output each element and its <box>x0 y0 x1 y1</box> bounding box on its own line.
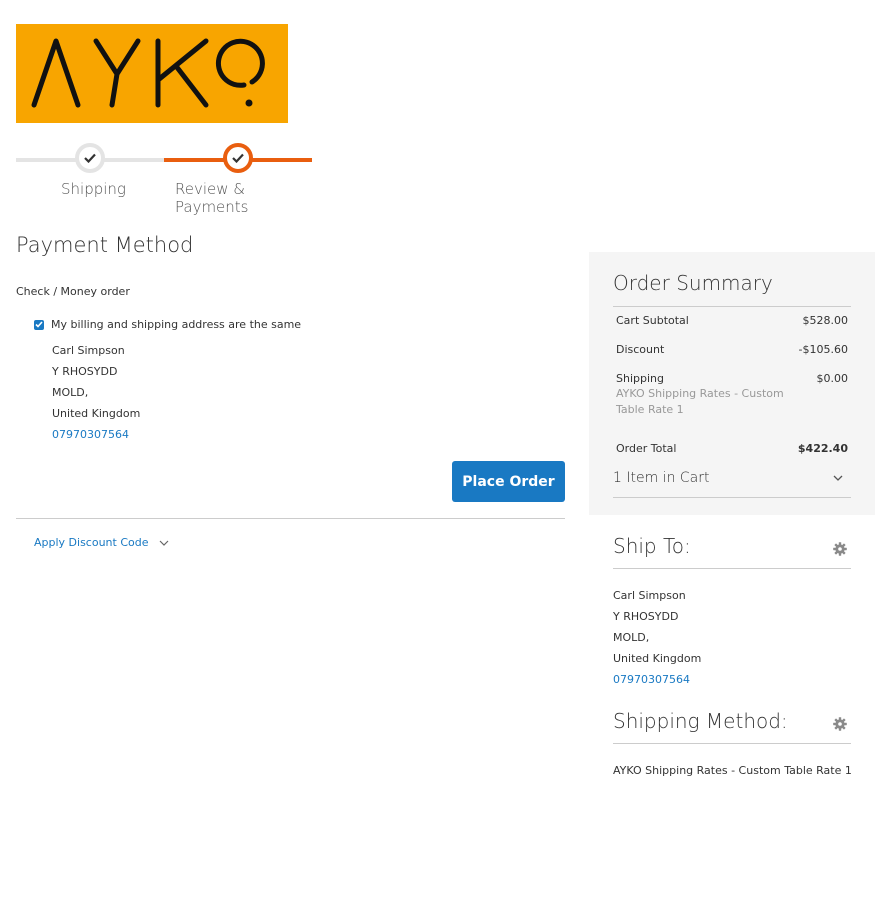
shipping-detail: AYKO Shipping Rates - Custom Table Rate … <box>616 387 784 416</box>
total-label: Order Total <box>616 442 677 455</box>
apply-discount-toggle[interactable]: Apply Discount Code <box>34 536 169 549</box>
summary-row-total: Order Total $422.40 <box>616 442 848 455</box>
step-review-marker <box>223 143 253 173</box>
subtotal-label: Cart Subtotal <box>616 314 689 327</box>
summary-row-shipping: Shipping AYKO Shipping Rates - Custom Ta… <box>616 372 848 418</box>
address-phone-link[interactable]: 07970307564 <box>613 669 701 690</box>
ship-to-title: Ship To: <box>613 534 691 558</box>
step-shipping-label[interactable]: Shipping <box>61 180 126 198</box>
payment-option-check-money-order[interactable]: Check / Money order <box>16 285 130 298</box>
shipping-amount: $0.00 <box>816 372 849 385</box>
shipping-label: Shipping <box>616 372 664 385</box>
gear-icon[interactable] <box>833 717 847 731</box>
discount-amount: -$105.60 <box>798 343 848 356</box>
gear-icon[interactable] <box>833 542 847 556</box>
billing-address: Carl Simpson Y RHOSYDD MOLD, United King… <box>52 340 140 445</box>
order-summary: Order Summary Cart Subtotal $528.00 Disc… <box>589 252 875 515</box>
subtotal-amount: $528.00 <box>802 314 849 327</box>
place-order-button[interactable]: Place Order <box>452 461 565 502</box>
step-shipping-marker[interactable] <box>75 143 105 173</box>
divider <box>613 568 851 569</box>
address-line1: Y RHOSYDD <box>613 610 679 623</box>
checkmark-icon <box>84 153 96 163</box>
address-name: Carl Simpson <box>613 589 686 602</box>
discount-label: Discount <box>616 343 665 356</box>
shipping-method-title: Shipping Method: <box>613 709 788 733</box>
divider <box>613 497 851 498</box>
divider <box>16 518 565 519</box>
payment-method-title: Payment Method <box>16 233 194 257</box>
total-amount: $422.40 <box>797 442 848 455</box>
address-line1: Y RHOSYDD <box>52 365 118 378</box>
billing-same-checkbox-row[interactable]: My billing and shipping address are the … <box>34 318 301 331</box>
items-in-cart-toggle[interactable]: 1 Item in Cart <box>613 470 851 486</box>
brand-logo[interactable] <box>16 24 288 123</box>
summary-row-discount: Discount -$105.60 <box>616 343 848 356</box>
checkout-progress: Shipping Review & Payments <box>16 142 312 216</box>
shipping-method-value: AYKO Shipping Rates - Custom Table Rate … <box>613 764 852 777</box>
logo-wordmark <box>31 38 265 108</box>
ship-to-address: Carl Simpson Y RHOSYDD MOLD, United King… <box>613 585 701 690</box>
chevron-down-icon[interactable] <box>833 475 843 481</box>
order-summary-title: Order Summary <box>613 271 773 295</box>
billing-same-label[interactable]: My billing and shipping address are the … <box>51 318 301 331</box>
divider <box>613 306 851 307</box>
summary-row-subtotal: Cart Subtotal $528.00 <box>616 314 848 327</box>
checkmark-icon <box>232 153 244 163</box>
items-in-cart-label[interactable]: 1 Item in Cart <box>613 470 710 486</box>
address-city: MOLD, <box>52 386 89 399</box>
step-review-label: Review & Payments <box>175 180 249 216</box>
checkbox-icon[interactable] <box>34 319 44 330</box>
address-country: United Kingdom <box>52 407 141 420</box>
address-name: Carl Simpson <box>52 344 125 357</box>
chevron-down-icon[interactable] <box>159 540 169 546</box>
apply-discount-label[interactable]: Apply Discount Code <box>34 536 149 549</box>
divider <box>613 743 851 744</box>
address-phone-link[interactable]: 07970307564 <box>52 424 140 445</box>
address-country: United Kingdom <box>613 652 702 665</box>
address-city: MOLD, <box>613 631 650 644</box>
